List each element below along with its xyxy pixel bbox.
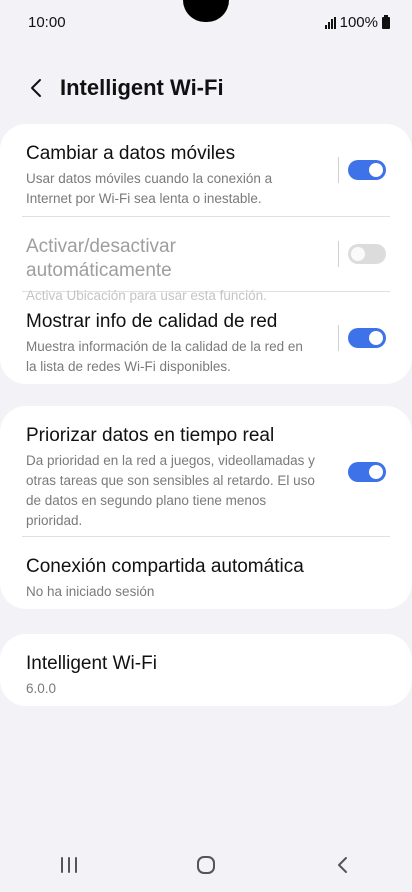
divider bbox=[338, 241, 339, 267]
row-description: 6.0.0 bbox=[26, 681, 57, 696]
recents-button[interactable] bbox=[39, 843, 99, 887]
settings-card-2: Priorizar datos en tiempo real Da priori… bbox=[0, 406, 412, 609]
row-label: Priorizar datos en tiempo real bbox=[26, 425, 275, 446]
toggle-network-quality-info[interactable] bbox=[348, 328, 386, 348]
row-description: Usar datos móviles cuando la conexión a … bbox=[26, 171, 273, 206]
row-label: Activar/desactivar automáticamente bbox=[26, 236, 176, 281]
divider bbox=[338, 325, 339, 351]
status-bar: 10:00 100% bbox=[0, 0, 412, 46]
back-button[interactable] bbox=[14, 66, 58, 110]
status-indicators: 100% bbox=[324, 14, 390, 31]
row-prioritize-realtime[interactable]: Priorizar datos en tiempo real Da priori… bbox=[0, 406, 412, 536]
settings-card-1: Cambiar a datos móviles Usar datos móvil… bbox=[0, 124, 412, 384]
navigation-bar bbox=[0, 838, 412, 892]
toggle-prioritize-realtime[interactable] bbox=[348, 462, 386, 482]
row-description: No ha iniciado sesión bbox=[26, 584, 155, 599]
battery-icon bbox=[382, 14, 390, 29]
home-button[interactable] bbox=[176, 843, 236, 887]
row-auto-toggle: Activar/desactivar automáticamente Activ… bbox=[0, 217, 412, 303]
status-time: 10:00 bbox=[28, 14, 66, 31]
page-title: Intelligent Wi-Fi bbox=[60, 75, 224, 100]
toggle-switch-to-mobile-data[interactable] bbox=[348, 160, 386, 180]
nav-back-button[interactable] bbox=[313, 843, 373, 887]
row-label: Cambiar a datos móviles bbox=[26, 143, 236, 164]
signal-icon bbox=[324, 16, 336, 29]
nav-back-icon bbox=[338, 857, 348, 873]
settings-card-3: Intelligent Wi-Fi 6.0.0 bbox=[0, 634, 412, 706]
row-description: Da prioridad en la red a juegos, videoll… bbox=[26, 453, 315, 528]
app-header: Intelligent Wi-Fi bbox=[0, 62, 412, 114]
row-label: Conexión compartida automática bbox=[26, 556, 304, 577]
row-switch-to-mobile-data[interactable]: Cambiar a datos móviles Usar datos móvil… bbox=[0, 124, 412, 216]
divider bbox=[338, 157, 339, 183]
recents-icon bbox=[60, 857, 77, 873]
row-network-quality-info[interactable]: Mostrar info de calidad de red Muestra i… bbox=[0, 292, 412, 384]
battery-percent: 100% bbox=[339, 14, 378, 31]
row-auto-hotspot[interactable]: Conexión compartida automática No ha ini… bbox=[0, 537, 412, 609]
camera-notch bbox=[183, 0, 229, 22]
row-label: Intelligent Wi-Fi bbox=[26, 653, 157, 674]
home-icon bbox=[196, 856, 215, 874]
row-about-intelligent-wifi[interactable]: Intelligent Wi-Fi 6.0.0 bbox=[0, 634, 412, 706]
row-description: Muestra información de la calidad de la … bbox=[26, 339, 303, 374]
toggle-auto bbox=[348, 244, 386, 264]
chevron-left-icon bbox=[31, 79, 41, 97]
row-label: Mostrar info de calidad de red bbox=[26, 311, 278, 332]
